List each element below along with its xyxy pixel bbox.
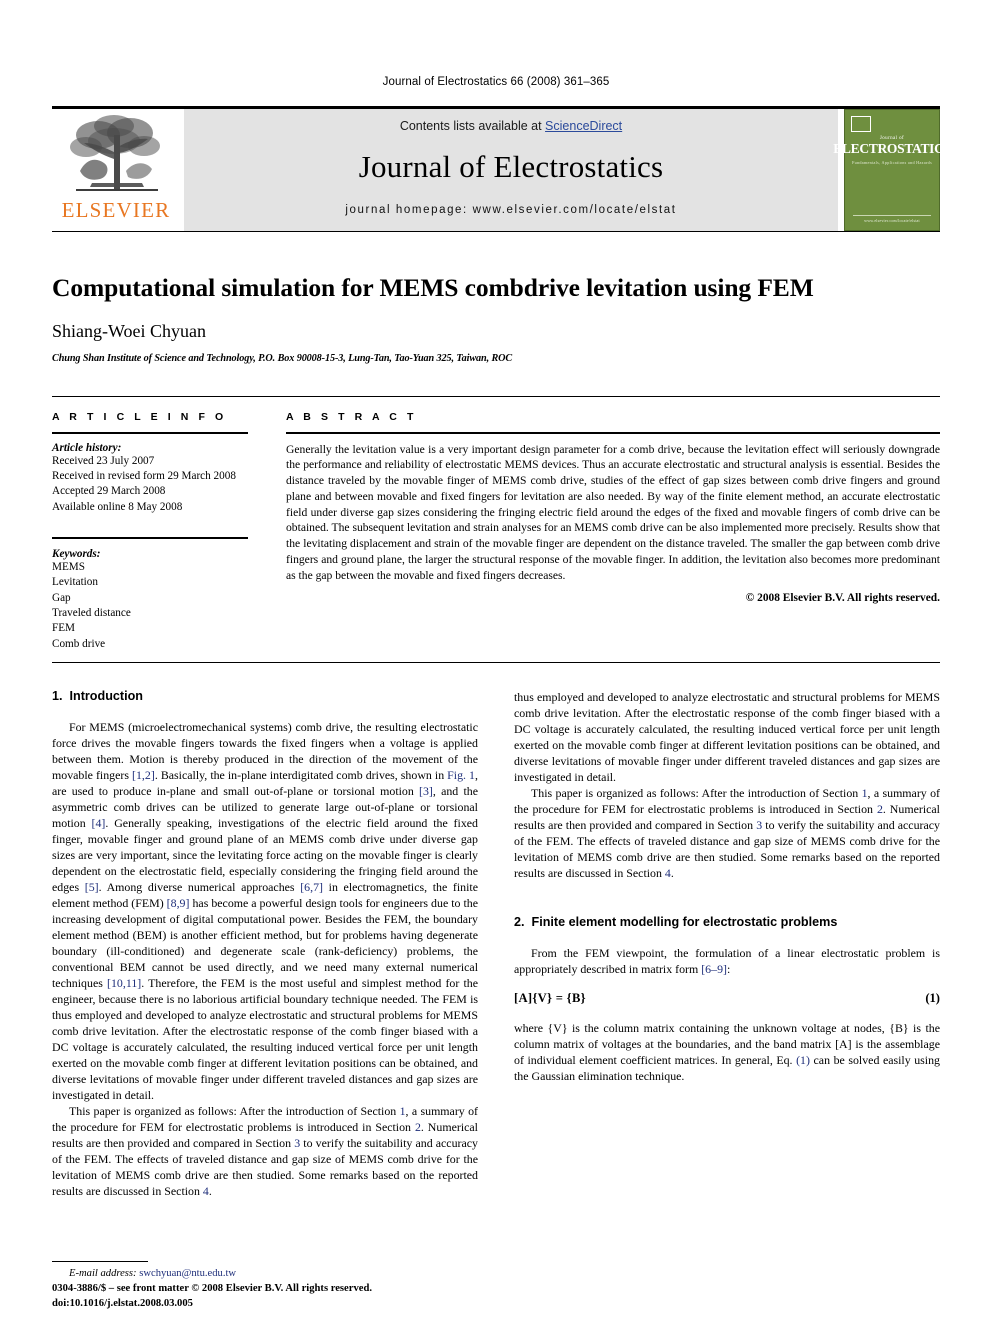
intro-paragraph-2: This paper is organized as follows: Afte… (52, 1103, 478, 1199)
imprint-line-1: 0304-3886/$ – see front matter © 2008 El… (52, 1283, 372, 1295)
cover-divider (853, 215, 931, 216)
footnote-email-line: E-mail address: swchyuan@ntu.edu.tw (52, 1268, 466, 1279)
author-name: Shiang-Woei Chyuan (52, 320, 207, 341)
journal-homepage-line[interactable]: journal homepage: www.elsevier.com/locat… (345, 204, 676, 216)
masthead-bottom-rule (52, 231, 940, 232)
journal-article-page: Journal of Electrostatics 66 (2008) 361–… (0, 0, 992, 1323)
cover-publisher-mark-icon (851, 116, 871, 132)
section-number: 2. (514, 914, 525, 929)
article-history-item: Accepted 29 March 2008 (52, 485, 166, 498)
author-affiliation: Chung Shan Institute of Science and Tech… (52, 352, 513, 364)
text-run: : (726, 961, 731, 976)
text-run: This paper is organized as follows: Afte… (69, 1103, 400, 1118)
elsevier-tree-icon (64, 113, 168, 199)
email-link[interactable]: swchyuan@ntu.edu.tw (139, 1268, 236, 1279)
abstract-rule (286, 431, 940, 434)
body-two-column-layout: 1. Introduction For MEMS (microelectromec… (52, 689, 940, 1199)
citation-link-5[interactable]: [5] (85, 880, 99, 894)
keyword-item: Gap (52, 591, 71, 604)
contents-available-line: Contents lists available at ScienceDirec… (400, 119, 622, 133)
keyword-item: Levitation (52, 576, 98, 589)
intro-paragraph-1-continued: thus employed and developed to analyze e… (514, 689, 940, 785)
intro-paragraph-1: For MEMS (microelectromechanical systems… (52, 719, 478, 1103)
article-history-item: Received in revised form 29 March 2008 (52, 469, 236, 482)
equation-link-1[interactable]: (1) (796, 1053, 810, 1067)
body-column-left: 1. Introduction For MEMS (microelectromec… (52, 689, 478, 1199)
citation-link-4[interactable]: [4] (92, 816, 106, 830)
journal-masthead: ELSEVIER Contents lists available at Sci… (52, 106, 951, 231)
journal-banner: Contents lists available at ScienceDirec… (184, 109, 838, 231)
text-run: This paper is organized as follows: Afte… (531, 785, 862, 800)
fem-paragraph-1: From the FEM viewpoint, the formulation … (514, 945, 940, 977)
elsevier-wordmark: ELSEVIER (61, 198, 171, 222)
citation-link-3[interactable]: [3] (419, 784, 433, 798)
journal-cover-thumbnail[interactable]: Journal of ELECTROSTATICS Fundamentals, … (833, 109, 951, 231)
text-run: . Therefore, the FEM is the most useful … (52, 975, 479, 1102)
abstract-text: Generally the levitation value is a very… (286, 442, 940, 582)
abstract-copyright: © 2008 Elsevier B.V. All rights reserved… (745, 592, 940, 605)
page-title: Computational simulation for MEMS combdr… (52, 273, 814, 302)
keyword-item: Comb drive (52, 637, 106, 650)
article-info-rule (52, 431, 248, 434)
intro-paragraph-2-right: This paper is organized as follows: Afte… (514, 785, 940, 881)
section-title: Introduction (69, 688, 143, 703)
article-history-title: Article history: (52, 441, 122, 454)
section-2-block: 2. Finite element modelling for electrost… (514, 915, 940, 1084)
text-run: . Basically, the in-plane interdigitated… (154, 767, 448, 782)
text-run: . Among diverse numerical approaches (98, 879, 301, 894)
email-label: E-mail address: (69, 1268, 137, 1279)
imprint-block: 0304-3886/$ – see front matter © 2008 El… (52, 1282, 512, 1311)
elsevier-logo: ELSEVIER (52, 109, 180, 231)
keywords-title: Keywords: (52, 547, 101, 560)
cover-subtitle: Fundamentals, Applications and Hazards (851, 159, 932, 165)
abstract-bottom-rule (52, 661, 940, 663)
article-history-item: Available online 8 May 2008 (52, 500, 183, 513)
article-info-column: A R T I C L E I N F O Article history: R… (52, 411, 274, 652)
equation-number: (1) (925, 990, 940, 1005)
journal-title: Journal of Electrostatics (358, 149, 664, 184)
keyword-item: FEM (52, 622, 76, 635)
citation-link-8-9[interactable]: [8,9] (167, 896, 190, 910)
abstract-column: A B S T R A C T Generally the levitation… (274, 411, 940, 652)
section-number: 1. (52, 688, 63, 703)
article-info-label: A R T I C L E I N F O (52, 410, 227, 423)
cover-main-title: ELECTROSTATICS (833, 141, 951, 156)
citation-link-10-11[interactable]: [10,11] (107, 976, 141, 990)
imprint-line-2: doi:10.1016/j.elstat.2008.03.005 (52, 1297, 193, 1309)
section-heading-introduction: 1. Introduction (52, 689, 478, 703)
text-run: . (208, 1183, 212, 1198)
footnote-rule (52, 1261, 148, 1262)
text-run: . (670, 865, 674, 880)
section-title: Finite element modelling for electrostat… (531, 914, 838, 929)
running-head: Journal of Electrostatics 66 (2008) 361–… (382, 76, 610, 88)
text-run: thus employed and developed to analyze e… (514, 689, 940, 784)
figure-link-fig1[interactable]: Fig. 1 (447, 768, 475, 782)
citation-link-1-2[interactable]: [1,2] (132, 768, 155, 782)
cover-footer-text: www.elsevier.com/locate/elstat (864, 218, 920, 223)
body-column-right: thus employed and developed to analyze e… (514, 689, 940, 1199)
footnote-block: E-mail address: swchyuan@ntu.edu.tw (52, 1261, 466, 1279)
article-history-item: Received 23 July 2007 (52, 454, 155, 467)
citation-link-6-9[interactable]: [6–9] (701, 962, 727, 976)
info-abstract-block: A R T I C L E I N F O Article history: R… (52, 395, 940, 652)
equation-body: [A]{V} = {B} (514, 990, 586, 1005)
keywords-block: Keywords: MEMS Levitation Gap Traveled d… (52, 536, 248, 652)
equation-1: [A]{V} = {B} (1) (514, 991, 940, 1006)
citation-link-6-7[interactable]: [6,7] (300, 880, 323, 894)
fem-paragraph-2: where {V} is the column matrix containin… (514, 1020, 940, 1084)
keyword-item: MEMS (52, 560, 85, 573)
contents-prefix: Contents lists available at (399, 119, 546, 133)
keyword-item: Traveled distance (52, 606, 131, 619)
section-heading-fem: 2. Finite element modelling for electrost… (514, 915, 940, 929)
sciencedirect-link[interactable]: ScienceDirect (545, 119, 622, 133)
abstract-label: A B S T R A C T (286, 410, 417, 423)
